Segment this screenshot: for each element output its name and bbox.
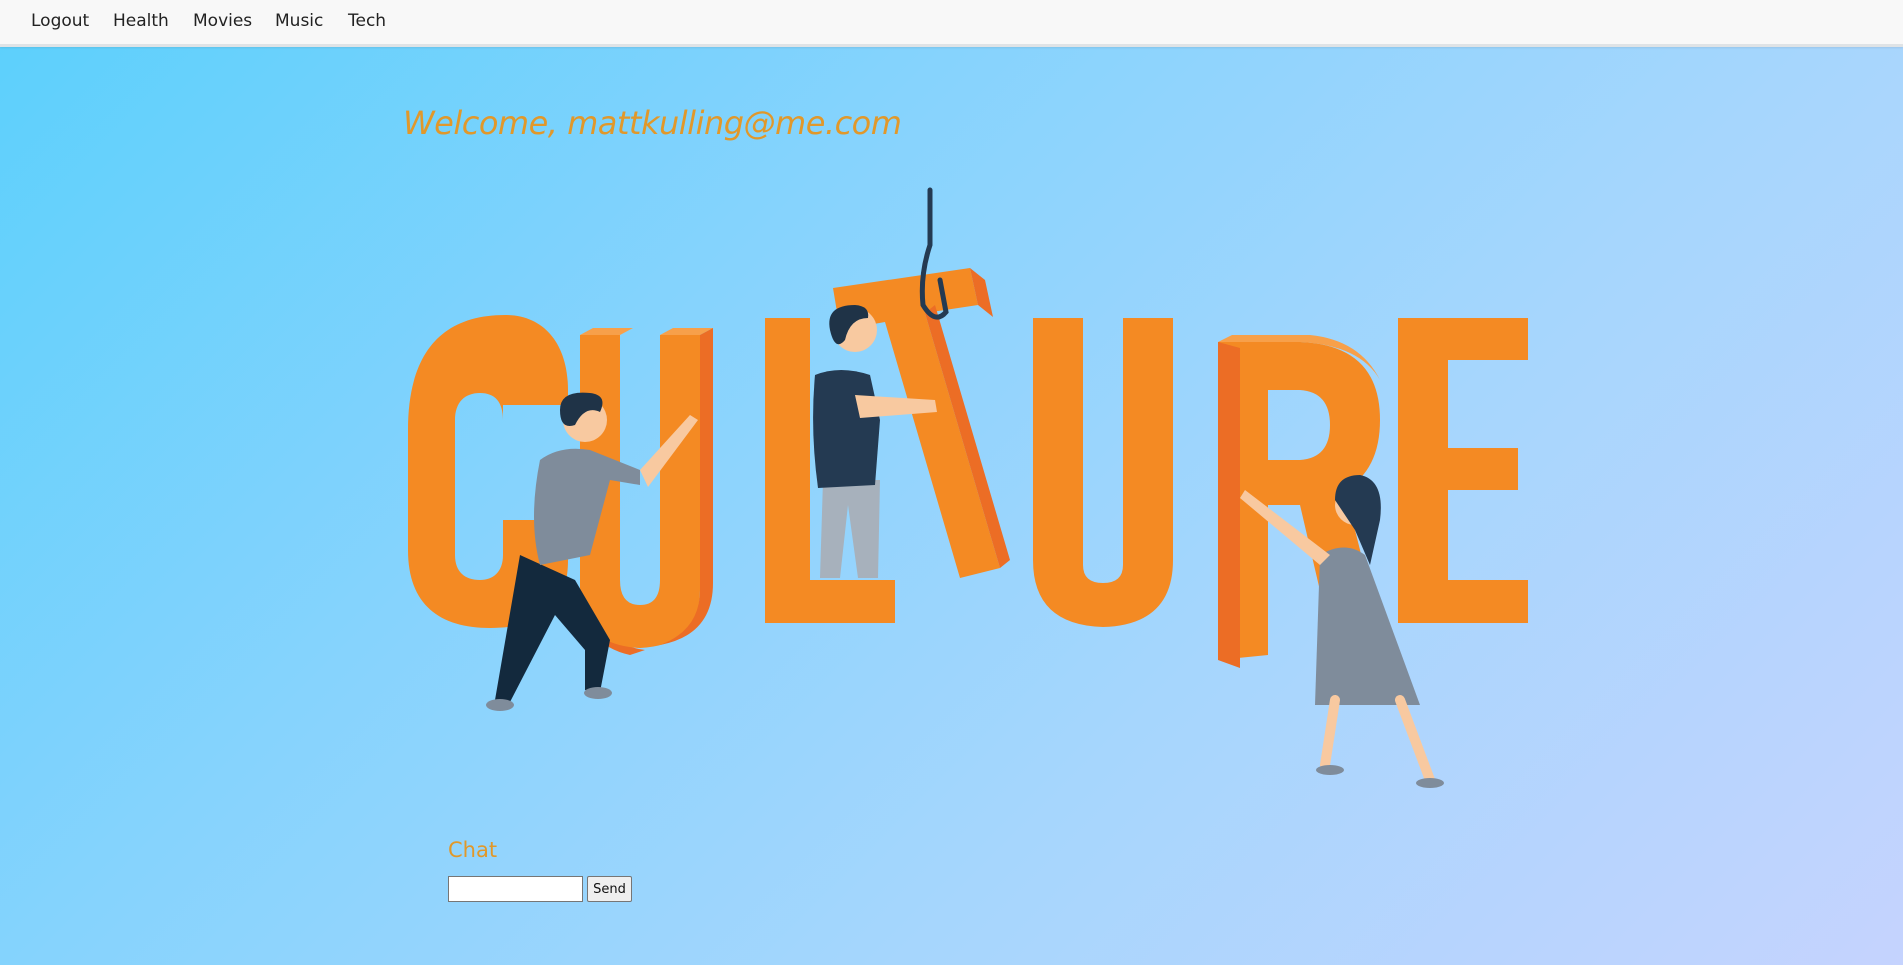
send-button[interactable]: Send: [587, 876, 632, 902]
culture-hero-illustration: [408, 187, 1528, 788]
top-navbar: Logout Health Movies Music Tech: [0, 0, 1903, 47]
nav-logout-link[interactable]: Logout: [31, 10, 89, 32]
nav-music-link[interactable]: Music: [275, 10, 323, 32]
chat-heading: Chat: [448, 838, 498, 862]
letter-u2: [1033, 318, 1173, 627]
nav-health-link[interactable]: Health: [113, 10, 169, 32]
chat-message-input[interactable]: [448, 876, 583, 902]
letter-e: [1398, 318, 1528, 623]
nav-tech-link[interactable]: Tech: [348, 10, 386, 32]
nav-movies-link[interactable]: Movies: [193, 10, 252, 32]
welcome-heading: Welcome, mattkulling@me.com: [403, 104, 902, 142]
